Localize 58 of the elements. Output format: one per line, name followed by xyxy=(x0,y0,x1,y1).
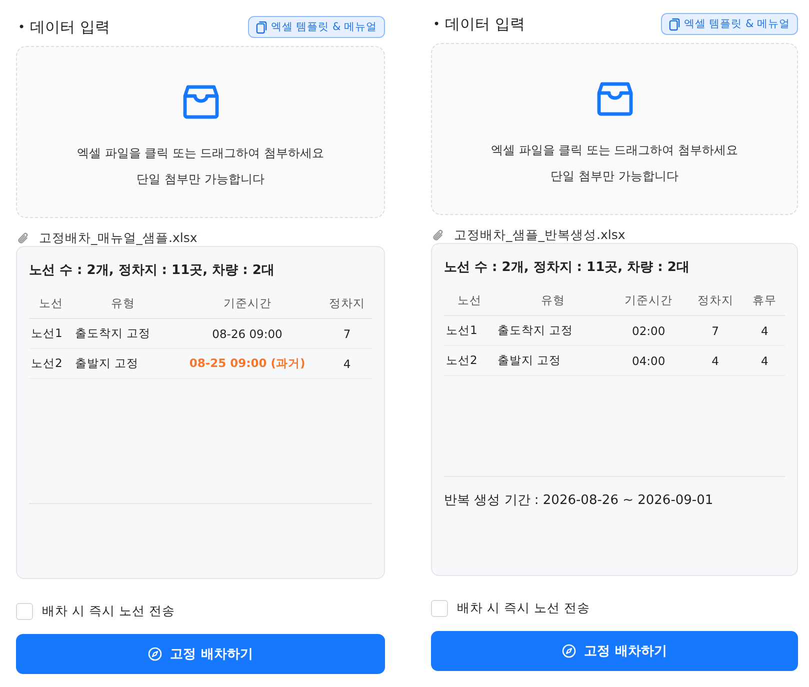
table-cell: 노선1 xyxy=(444,316,496,346)
bullet: • xyxy=(17,20,26,34)
table-cell: 08-25 09:00 (과거) xyxy=(172,348,322,378)
table-cell: 노선1 xyxy=(29,318,74,348)
paperclip-icon xyxy=(432,228,445,242)
table-cell: 출발지 고정 xyxy=(73,348,172,378)
compass-icon xyxy=(148,647,162,661)
template-manual-button[interactable]: 엑셀 템플릿 & 메뉴얼 xyxy=(660,13,798,35)
table-cell: 출도착지 고정 xyxy=(73,318,172,348)
fixed-dispatch-button[interactable]: 고정 배차하기 xyxy=(16,634,385,674)
table-cell: 4 xyxy=(744,346,785,376)
file-drop-zone[interactable]: 엑셀 파일을 클릭 또는 드래그하여 첨부하세요 단일 첨부만 가능합니다 xyxy=(431,43,798,215)
column-header: 노선 xyxy=(444,286,496,316)
table-cell: 7 xyxy=(322,318,372,348)
table-cell: 7 xyxy=(686,316,744,346)
copy-icon xyxy=(668,18,680,30)
inbox-icon xyxy=(182,83,220,121)
table-cell: 노선2 xyxy=(29,348,74,378)
section-title: 데이터 입력 xyxy=(445,14,525,34)
inbox-icon xyxy=(596,80,634,118)
drop-hint: 단일 첨부만 가능합니다 xyxy=(136,171,264,188)
column-header: 기준시간 xyxy=(172,289,322,318)
template-manual-button[interactable]: 엑셀 템플릿 & 메뉴얼 xyxy=(248,16,385,38)
column-header: 노선 xyxy=(29,289,74,318)
table-cell: 02:00 xyxy=(610,316,686,346)
column-header: 유형 xyxy=(73,289,172,318)
table-cell: 4 xyxy=(322,348,372,378)
compass-icon xyxy=(562,644,576,658)
table-cell: 출발지 고정 xyxy=(495,346,611,376)
checkbox-label: 배차 시 즉시 노선 전송 xyxy=(42,602,175,620)
paperclip-icon xyxy=(17,232,30,244)
table-cell: 노선2 xyxy=(444,346,496,376)
summary-text: 노선 수 : 2개, 정차지 : 11곳, 차량 : 2대 xyxy=(444,259,690,276)
table-cell: 4 xyxy=(686,346,744,376)
table-cell: 08-26 09:00 xyxy=(172,318,322,348)
copy-icon xyxy=(256,20,267,34)
column-header: 휴무 xyxy=(744,286,785,316)
drop-instruction: 엑셀 파일을 클릭 또는 드래그하여 첨부하세요 xyxy=(490,142,738,159)
summary-text: 노선 수 : 2개, 정차지 : 11곳, 차량 : 2대 xyxy=(29,262,276,279)
repeat-period-text: 반복 생성 기간 : 2026-08-26 ~ 2026-09-01 xyxy=(444,493,714,508)
column-header: 정차지 xyxy=(322,289,372,318)
bullet: • xyxy=(432,17,440,31)
column-header: 기준시간 xyxy=(610,286,686,316)
file-name: 고정배차_샘플_반복생성.xlsx xyxy=(454,226,626,244)
table-cell: 4 xyxy=(744,316,785,346)
drop-hint: 단일 첨부만 가능합니다 xyxy=(550,168,678,185)
checkbox[interactable] xyxy=(431,600,448,616)
checkbox-label: 배차 시 즉시 노선 전송 xyxy=(457,600,590,616)
column-header: 유형 xyxy=(495,286,611,316)
file-name: 고정배차_매뉴얼_샘플.xlsx xyxy=(39,230,198,246)
file-drop-zone[interactable]: 엑셀 파일을 클릭 또는 드래그하여 첨부하세요 단일 첨부만 가능합니다 xyxy=(16,46,385,218)
drop-instruction: 엑셀 파일을 클릭 또는 드래그하여 첨부하세요 xyxy=(76,145,324,162)
section-title: 데이터 입력 xyxy=(30,18,110,36)
checkbox[interactable] xyxy=(16,602,33,620)
fixed-dispatch-button[interactable]: 고정 배차하기 xyxy=(431,631,798,671)
column-header: 정차지 xyxy=(686,286,744,316)
table-cell: 출도착지 고정 xyxy=(495,316,611,346)
table-cell: 04:00 xyxy=(610,346,686,376)
